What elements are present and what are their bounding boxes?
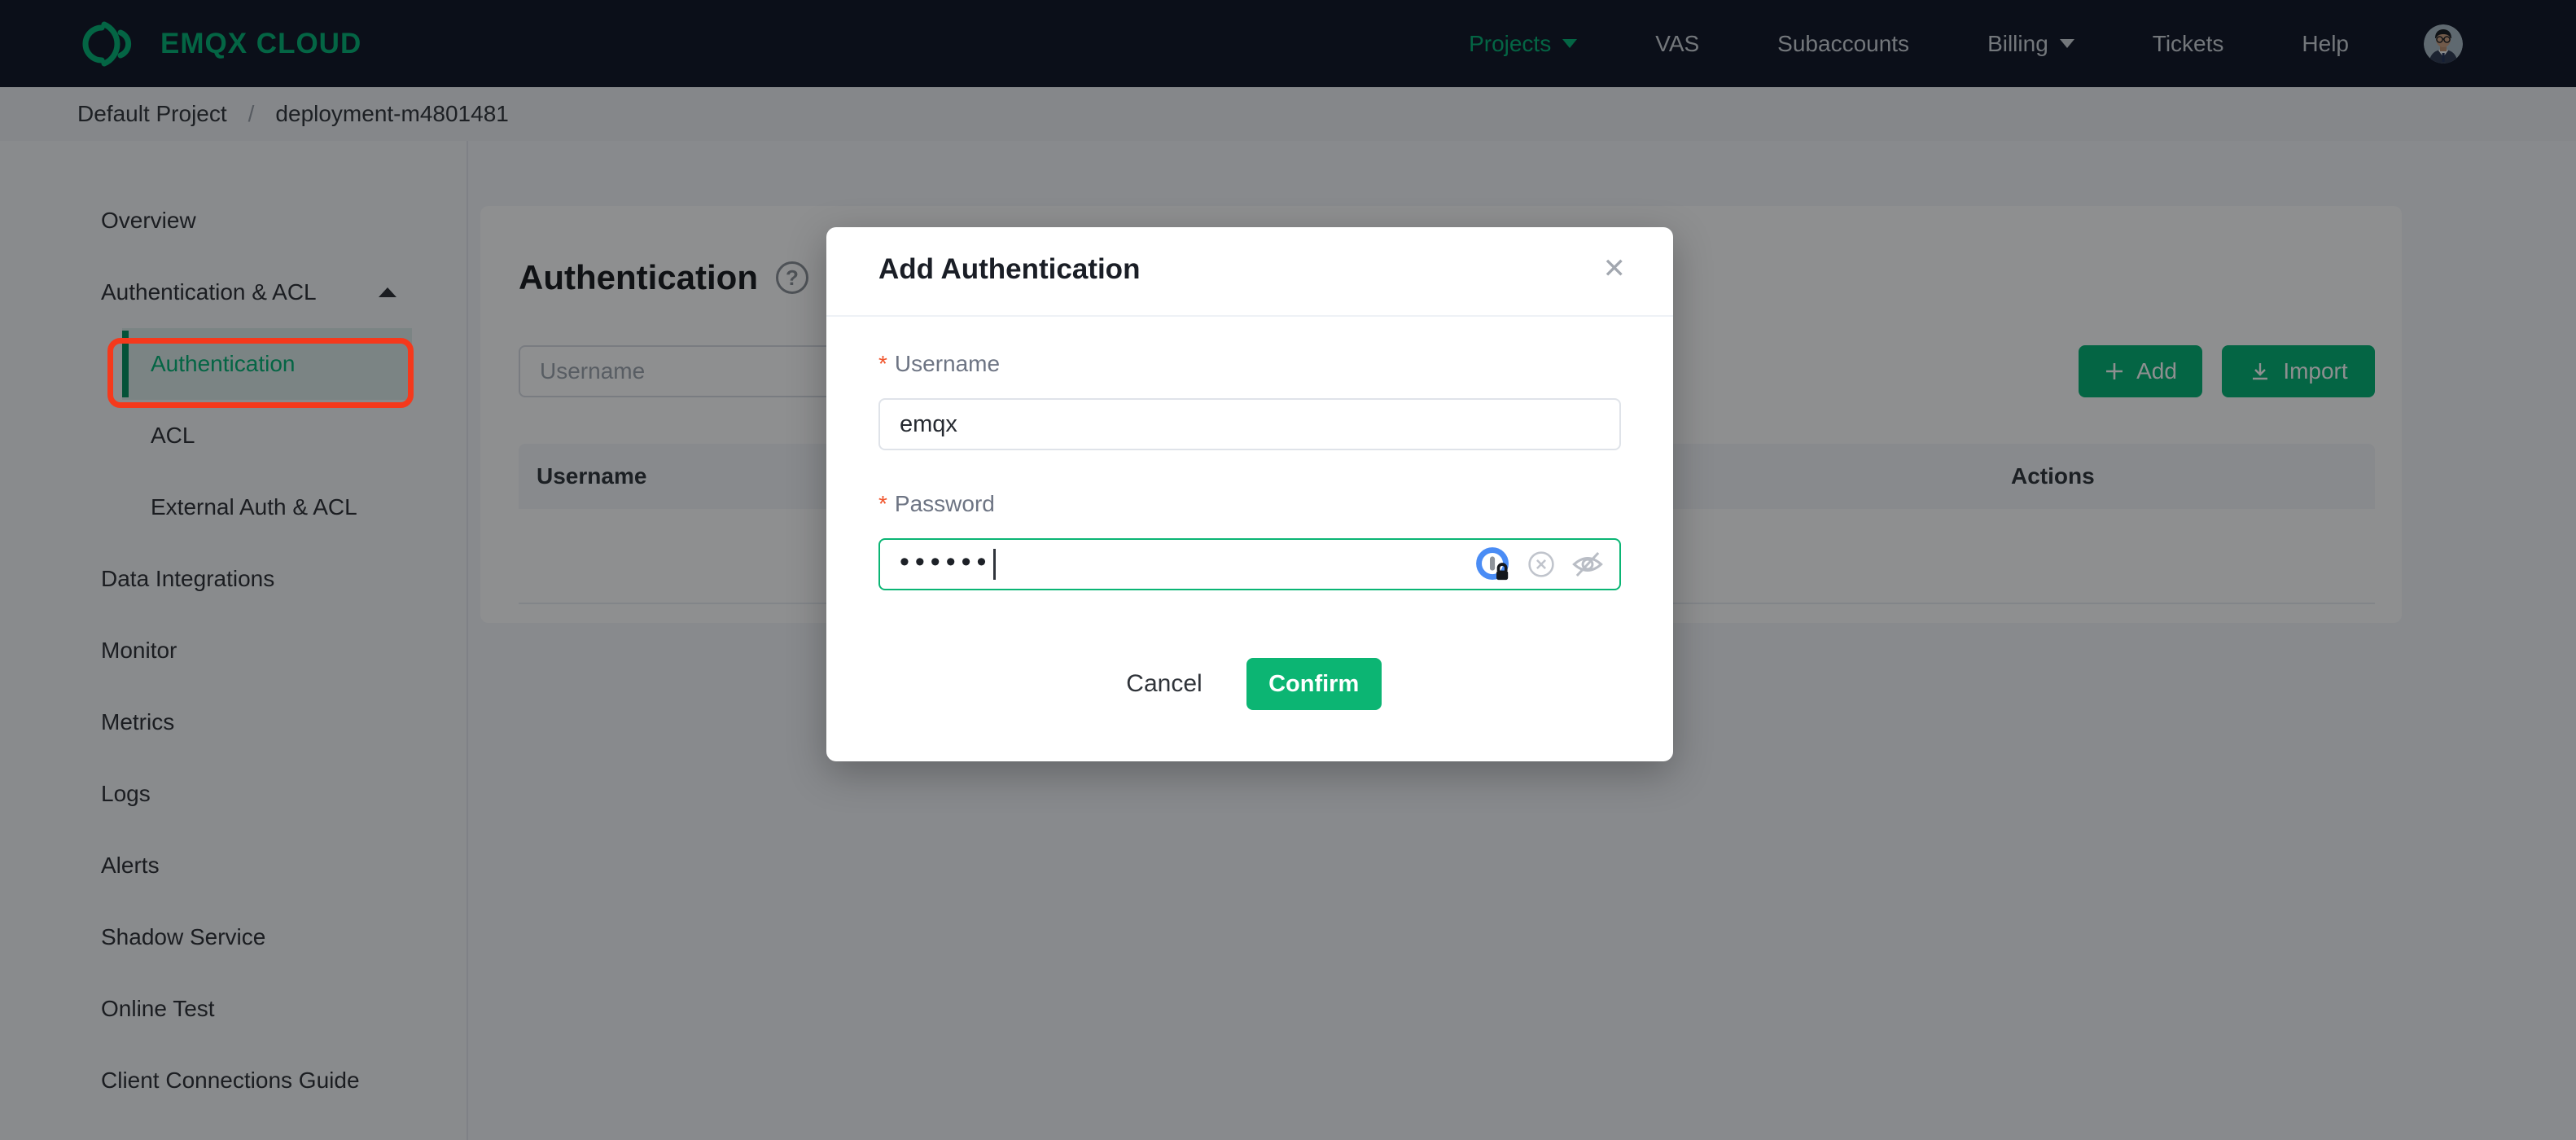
add-authentication-dialog: Add Authentication ✕ * Username * Passwo… <box>826 227 1673 761</box>
dialog-title: Add Authentication <box>878 253 1141 285</box>
required-marker: * <box>878 491 887 516</box>
text-cursor <box>993 549 997 580</box>
cancel-button[interactable]: Cancel <box>1118 659 1210 709</box>
password-manager-icon[interactable] <box>1474 546 1512 583</box>
close-icon[interactable]: ✕ <box>1603 255 1627 283</box>
confirm-button[interactable]: Confirm <box>1246 658 1382 710</box>
clear-icon[interactable] <box>1527 550 1556 579</box>
required-marker: * <box>878 351 887 376</box>
masked-password-value: •••••• <box>900 546 992 577</box>
username-input[interactable] <box>878 398 1621 450</box>
username-field-label: * Username <box>878 351 1001 376</box>
password-field-label: * Password <box>878 491 995 516</box>
dialog-header-divider <box>826 315 1673 317</box>
eye-off-icon[interactable] <box>1571 547 1605 581</box>
password-input[interactable]: •••••• <box>878 538 1621 590</box>
